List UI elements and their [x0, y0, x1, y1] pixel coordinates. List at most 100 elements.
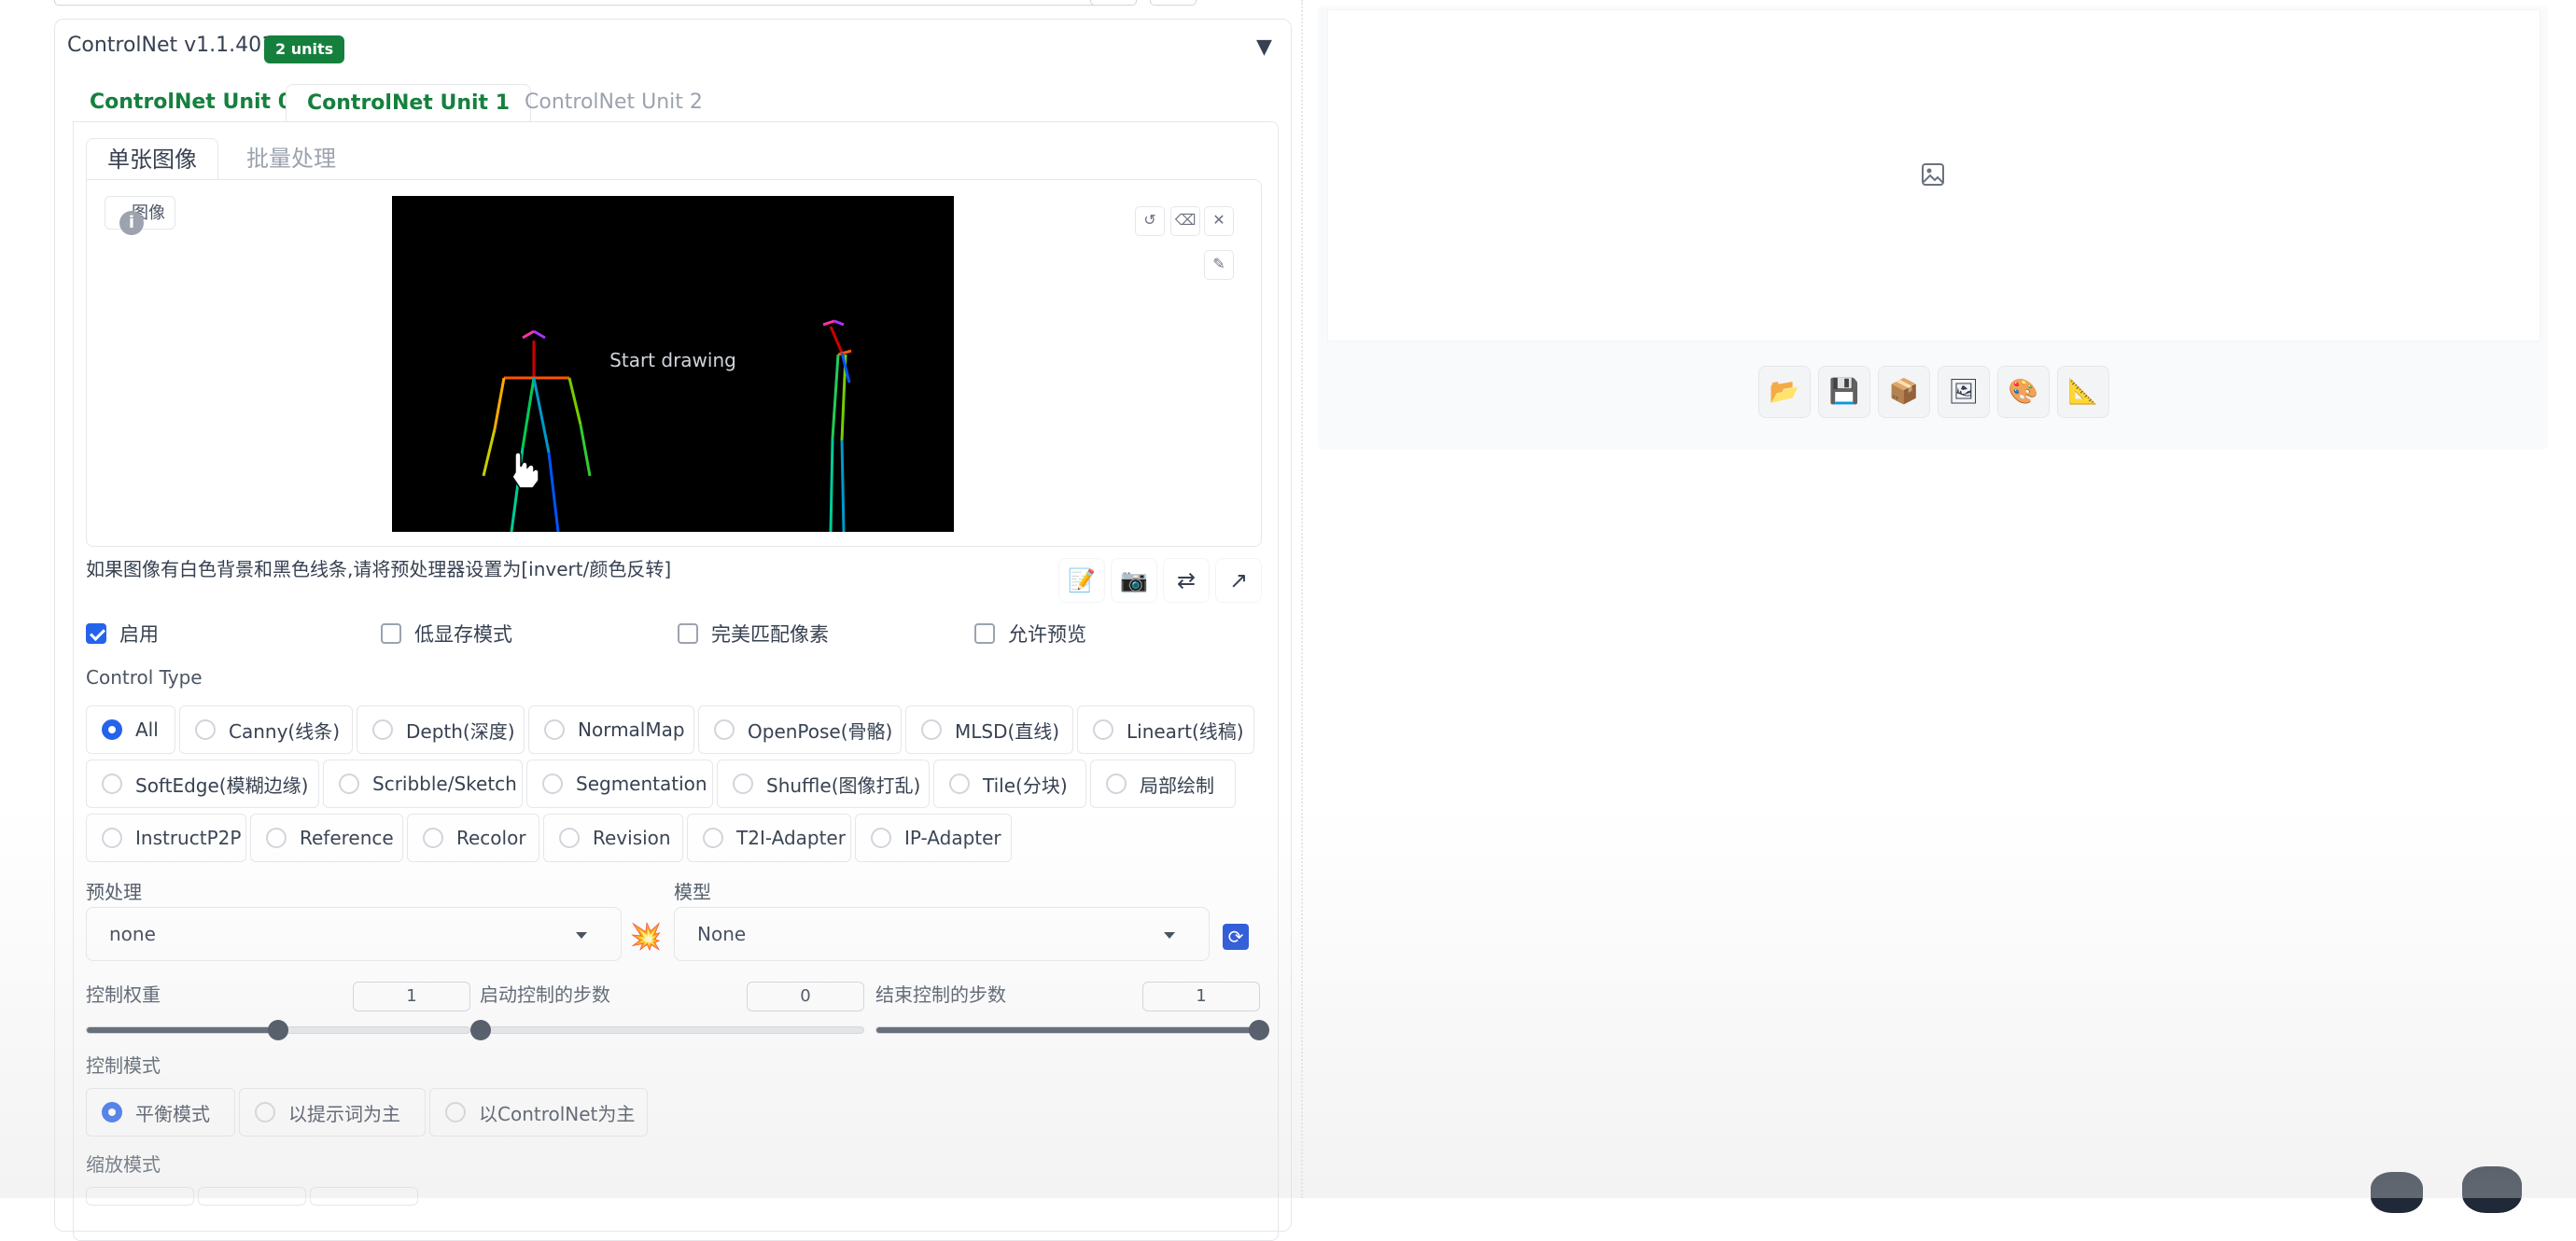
radio-dot[interactable]	[195, 719, 216, 740]
tab-batch[interactable]: 批量处理	[226, 138, 357, 179]
slider-handle[interactable]	[1249, 1020, 1269, 1040]
checkbox-box[interactable]	[86, 623, 106, 644]
radio-dot[interactable]	[714, 719, 735, 740]
control-mode-label: 控制模式	[86, 1054, 161, 1077]
undo-icon[interactable]: ↺	[1135, 206, 1165, 236]
radio-dot[interactable]	[266, 828, 287, 848]
radio-dot[interactable]	[733, 774, 753, 794]
radio-dot[interactable]	[102, 774, 122, 794]
send-to-inpaint-icon[interactable]: 🎨	[1997, 366, 2050, 418]
radio-dot[interactable]	[445, 1102, 466, 1122]
checkbox-enable[interactable]: 启用	[86, 620, 159, 648]
radio-canny[interactable]: Canny(线条)	[179, 705, 353, 754]
tab-unit-2[interactable]: ControlNet Unit 2	[515, 84, 712, 121]
radio-tile[interactable]: Tile(分块)	[933, 760, 1086, 808]
radio-label: Tile(分块)	[983, 774, 1068, 797]
radio-dot[interactable]	[372, 719, 393, 740]
radio-shuffle[interactable]: Shuffle(图像打乱)	[717, 760, 930, 808]
radio-mlsd[interactable]: MLSD(直线)	[905, 705, 1073, 754]
checkbox-label: 启用	[119, 623, 159, 646]
start-step-slider[interactable]	[470, 1020, 864, 1040]
model-select[interactable]: None	[674, 907, 1210, 961]
radio-recolor[interactable]: Recolor	[407, 814, 539, 862]
radio-softedge[interactable]: SoftEdge(模糊边缘)	[86, 760, 319, 808]
radio-normalmap[interactable]: NormalMap	[528, 705, 694, 754]
send-to-img2img-icon[interactable]: 🖼	[1938, 366, 1990, 418]
radio-dot[interactable]	[102, 1102, 122, 1122]
zip-icon[interactable]: 📦	[1878, 366, 1930, 418]
checkbox-box[interactable]	[974, 623, 995, 644]
top-button-fragment	[1150, 0, 1197, 6]
tab-single-image[interactable]: 单张图像	[86, 138, 218, 180]
radio-depth[interactable]: Depth(深度)	[357, 705, 525, 754]
checkbox-allow-preview[interactable]: 允许预览	[974, 620, 1086, 648]
radio-dot[interactable]	[423, 828, 443, 848]
radio-reference[interactable]: Reference	[250, 814, 403, 862]
camera-icon[interactable]: 📷	[1111, 558, 1157, 603]
radio-lineart[interactable]: Lineart(线稿)	[1077, 705, 1254, 754]
radio-label: Depth(深度)	[406, 719, 515, 743]
checkbox-box[interactable]	[381, 623, 401, 644]
send-to-extras-icon[interactable]: 📐	[2057, 366, 2109, 418]
new-canvas-icon[interactable]: 📝	[1058, 558, 1105, 603]
tab-unit-0[interactable]: ControlNet Unit 0	[80, 84, 301, 121]
tab-label: ControlNet Unit 0	[90, 91, 293, 114]
radio-inpaint[interactable]: 局部绘制	[1090, 760, 1236, 808]
weight-input[interactable]: 1	[353, 982, 470, 1011]
send-dimensions-icon[interactable]: ↗	[1215, 558, 1262, 603]
preprocessor-value: none	[109, 923, 156, 945]
open-folder-icon[interactable]: 📂	[1758, 366, 1811, 418]
radio-dot[interactable]	[102, 828, 122, 848]
eraser-icon[interactable]: ⌫	[1170, 206, 1200, 236]
start-step-input[interactable]: 0	[747, 982, 864, 1011]
refresh-icon[interactable]: ⟳	[1223, 924, 1249, 950]
radio-dot[interactable]	[1106, 774, 1127, 794]
run-preprocessor-icon[interactable]: 💥	[629, 920, 663, 954]
model-label: 模型	[674, 881, 711, 903]
radio-instructp2p[interactable]: InstructP2P	[86, 814, 246, 862]
collapse-icon[interactable]: ▼	[1256, 35, 1272, 59]
checkbox-low-vram[interactable]: 低显存模式	[381, 620, 512, 648]
radio-all[interactable]: All	[86, 705, 175, 754]
radio-dot[interactable]	[544, 719, 565, 740]
end-step-input[interactable]: 1	[1142, 982, 1260, 1011]
radio-dot[interactable]	[255, 1102, 275, 1122]
radio-t2i-adapter[interactable]: T2I-Adapter	[687, 814, 851, 862]
save-icon[interactable]: 💾	[1818, 366, 1870, 418]
radio-ip-adapter[interactable]: IP-Adapter	[855, 814, 1012, 862]
radio-dot[interactable]	[559, 828, 580, 848]
end-step-slider[interactable]	[875, 1020, 1269, 1040]
swap-icon[interactable]: ⇄	[1163, 558, 1210, 603]
radio-dot[interactable]	[703, 828, 723, 848]
radio-prompt-important[interactable]: 以提示词为主	[239, 1088, 426, 1136]
radio-dot[interactable]	[1093, 719, 1113, 740]
radio-revision[interactable]: Revision	[543, 814, 683, 862]
radio-label: 平衡模式	[135, 1102, 210, 1125]
tab-unit-1[interactable]: ControlNet Unit 1	[286, 84, 532, 122]
checkbox-pixel-perfect[interactable]: 完美匹配像素	[678, 620, 829, 648]
checkbox-box[interactable]	[678, 623, 698, 644]
slider-fill	[876, 1027, 1259, 1033]
corner-shape	[2462, 1166, 2522, 1213]
radio-segmentation[interactable]: Segmentation	[526, 760, 713, 808]
radio-dot[interactable]	[871, 828, 891, 848]
brush-icon[interactable]: ✎	[1204, 250, 1234, 280]
slider-handle[interactable]	[470, 1020, 491, 1040]
pose-canvas[interactable]: Start drawing	[392, 196, 954, 532]
radio-balanced[interactable]: 平衡模式	[86, 1088, 235, 1136]
preprocessor-select[interactable]: none	[86, 907, 622, 961]
radio-dot[interactable]	[102, 719, 122, 740]
start-step-label: 启动控制的步数	[480, 983, 610, 1006]
slider-handle[interactable]	[268, 1020, 288, 1040]
radio-scribble[interactable]: Scribble/Sketch	[323, 760, 523, 808]
radio-dot[interactable]	[542, 774, 563, 794]
radio-dot[interactable]	[921, 719, 942, 740]
radio-openpose[interactable]: OpenPose(骨骼)	[698, 705, 902, 754]
radio-label: SoftEdge(模糊边缘)	[135, 774, 309, 797]
radio-label: Scribble/Sketch	[372, 773, 517, 795]
radio-dot[interactable]	[949, 774, 970, 794]
radio-controlnet-important[interactable]: 以ControlNet为主	[429, 1088, 648, 1136]
close-icon[interactable]: ✕	[1204, 206, 1234, 236]
weight-slider[interactable]	[86, 1020, 470, 1040]
radio-dot[interactable]	[339, 774, 359, 794]
